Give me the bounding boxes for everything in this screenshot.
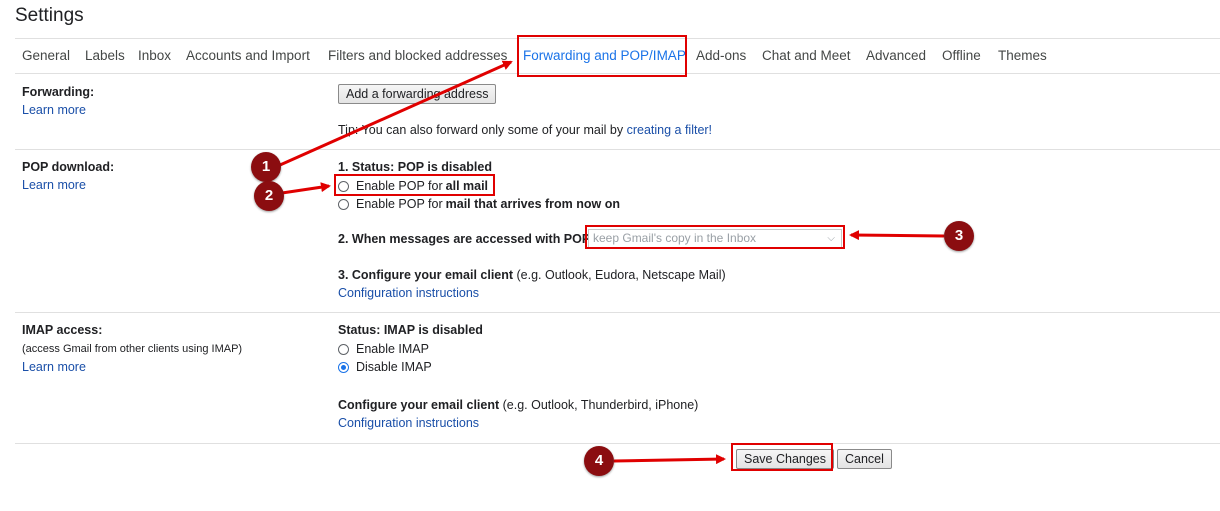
chevron-down-icon: ⌵ — [827, 233, 835, 244]
tab-inbox[interactable]: Inbox — [138, 46, 171, 68]
imap-option-disable[interactable]: Disable IMAP — [338, 359, 432, 375]
tab-general[interactable]: General — [22, 46, 70, 68]
title-divider — [15, 38, 1220, 39]
arrow-3 — [849, 230, 945, 241]
tab-forwarding-pop-imap[interactable]: Forwarding and POP/IMAP — [523, 46, 686, 68]
pop-download-label: POP download: — [22, 160, 115, 174]
imap-enable-text: Enable IMAP — [356, 342, 429, 356]
add-forwarding-address-button[interactable]: Add a forwarding address — [338, 84, 497, 104]
forwarding-label: Forwarding: — [22, 85, 95, 99]
section-divider — [15, 443, 1220, 444]
imap-configure-note: (e.g. Outlook, Thunderbird, iPhone) — [499, 398, 699, 412]
pop-step3: 3. Configure your email client (e.g. Out… — [338, 268, 726, 282]
save-changes-button[interactable]: Save Changes — [736, 449, 835, 469]
section-divider — [15, 149, 1220, 150]
radio-pop-from-now-on[interactable] — [338, 198, 349, 210]
forwarding-learn-more-link[interactable]: Learn more — [22, 103, 86, 117]
tabs-divider — [15, 73, 1220, 74]
tab-labels[interactable]: Labels — [85, 46, 125, 68]
pop-step2-label: 2. When messages are accessed with POP — [338, 232, 591, 246]
cancel-button[interactable]: Cancel — [837, 449, 892, 469]
imap-option-enable[interactable]: Enable IMAP — [338, 341, 429, 357]
tab-add-ons[interactable]: Add-ons — [696, 46, 746, 68]
step-marker-4: 4 — [584, 446, 614, 476]
pop-option-all-mail-bold: all mail — [445, 179, 489, 193]
pop-action-select-value: keep Gmail's copy in the Inbox — [593, 231, 757, 245]
imap-status: Status: IMAP is disabled — [338, 323, 483, 337]
arrow-2 — [281, 182, 331, 195]
section-divider — [15, 312, 1220, 313]
pop-option-all-mail[interactable]: Enable POP for all mail — [338, 178, 488, 194]
pop-configuration-link[interactable]: Configuration instructions — [338, 286, 479, 300]
create-filter-link[interactable]: creating a filter! — [627, 123, 712, 137]
pop-action-select[interactable]: keep Gmail's copy in the Inbox ⌵ — [588, 229, 842, 248]
tab-filters[interactable]: Filters and blocked addresses — [328, 46, 507, 68]
forwarding-tip: Tip: You can also forward only some of y… — [338, 123, 712, 137]
imap-access-label: IMAP access: — [22, 323, 103, 337]
radio-enable-imap[interactable] — [338, 343, 349, 355]
imap-disable-text: Disable IMAP — [356, 360, 432, 374]
pop-option-all-mail-text: Enable POP for — [356, 179, 443, 193]
step-marker-2: 2 — [254, 181, 284, 211]
step-marker-3: 3 — [944, 221, 974, 251]
radio-pop-all-mail[interactable] — [338, 180, 349, 192]
imap-access-sub: (access Gmail from other clients using I… — [22, 343, 243, 355]
imap-configure-label: Configure your email client — [338, 398, 500, 412]
imap-configure: Configure your email client (e.g. Outloo… — [338, 398, 698, 412]
pop-status: 1. Status: POP is disabled — [338, 160, 492, 174]
pop-option-from-now-on[interactable]: Enable POP for mail that arrives from no… — [338, 196, 620, 212]
radio-disable-imap[interactable] — [338, 361, 349, 373]
tab-themes[interactable]: Themes — [998, 46, 1047, 68]
annotation-arrows — [279, 60, 945, 465]
forwarding-tip-text: Tip: You can also forward only some of y… — [338, 123, 627, 137]
arrow-4 — [613, 454, 726, 465]
step-marker-1: 1 — [251, 152, 281, 182]
pop-step3-label: 3. Configure your email client — [338, 268, 514, 282]
pop-step3-note: (e.g. Outlook, Eudora, Netscape Mail) — [513, 268, 726, 282]
pop-learn-more-link[interactable]: Learn more — [22, 178, 86, 192]
imap-configuration-link[interactable]: Configuration instructions — [338, 416, 479, 430]
page-title: Settings — [15, 5, 84, 26]
imap-learn-more-link[interactable]: Learn more — [22, 360, 86, 374]
tab-advanced[interactable]: Advanced — [866, 46, 926, 68]
pop-option-from-now-on-text: Enable POP for — [356, 197, 443, 211]
tab-chat-and-meet[interactable]: Chat and Meet — [762, 46, 851, 68]
tab-offline[interactable]: Offline — [942, 46, 981, 68]
tab-accounts-and-import[interactable]: Accounts and Import — [186, 46, 310, 68]
pop-option-from-now-on-bold: mail that arrives from now on — [445, 197, 620, 211]
